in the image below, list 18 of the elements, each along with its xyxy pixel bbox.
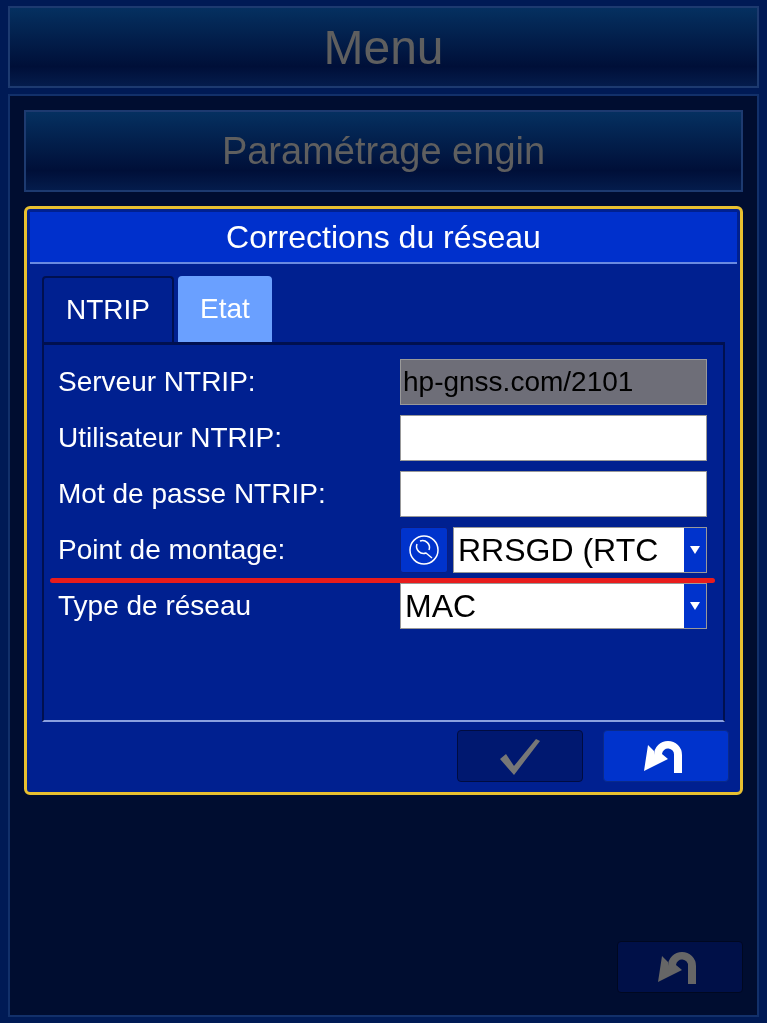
tab[interactable]: NTRIP — [42, 276, 174, 342]
field-label: Point de montage: — [58, 534, 287, 566]
section-title: Paramétrage engin — [221, 129, 546, 173]
text-field[interactable] — [400, 471, 707, 517]
dropdown[interactable]: RRSGD (RTC — [453, 527, 707, 573]
tool-button[interactable] — [400, 527, 448, 573]
text-field[interactable] — [400, 415, 707, 461]
checkmark-icon — [498, 737, 542, 775]
field-label: Serveur NTRIP: — [58, 366, 257, 398]
dialog-title: Corrections du réseau — [30, 212, 737, 264]
field-label: Type de réseau — [58, 590, 253, 622]
dropdown[interactable]: MAC — [400, 583, 707, 629]
field-label: Mot de passe NTRIP: — [58, 478, 327, 510]
menu-title: Menu — [323, 19, 444, 75]
field-label: Utilisateur NTRIP: — [58, 422, 284, 454]
caret-icon — [690, 602, 700, 610]
caret-icon — [690, 546, 700, 554]
back-button[interactable] — [603, 730, 729, 782]
